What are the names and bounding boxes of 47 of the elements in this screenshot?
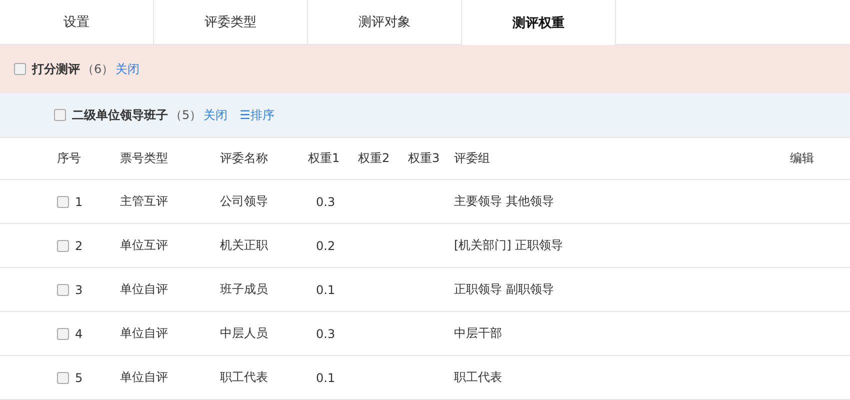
table-cell-text: 单位自评 [120, 325, 169, 342]
table-cell: 1 [75, 194, 83, 208]
checkbox[interactable] [54, 109, 66, 121]
row-checkbox[interactable] [57, 372, 69, 384]
row-checkbox[interactable] [57, 240, 69, 252]
table-cell-text: 单位自评 [120, 281, 169, 298]
table-cell-text: 机关正职 [220, 237, 269, 254]
table-cell-text: 单位自评 [120, 369, 169, 386]
table-cell-text: 职工代表 [454, 369, 503, 386]
column-header: 权重2 [358, 150, 391, 167]
table-cell-text: 中层人员 [220, 325, 269, 342]
table-cell: 2 [75, 238, 83, 252]
column-header: 评委名称 [220, 150, 269, 167]
table-cell-text: 公司领导 [220, 193, 269, 210]
table-cell-text: 0.3 [315, 194, 336, 208]
checkbox[interactable] [14, 63, 26, 75]
group-count: （6） [82, 60, 114, 78]
table-cell: 3 [75, 282, 83, 296]
table-cell-text: 单位互评 [120, 237, 169, 254]
table-cell-text: 0.3 [315, 326, 336, 340]
table-cell-text: 0.2 [315, 238, 336, 252]
column-header: 评委组 [454, 150, 491, 167]
close-link[interactable]: 关闭 [204, 106, 228, 124]
table-cell-text: 主要领导 其他领导 [454, 193, 555, 210]
row-checkbox[interactable] [57, 196, 69, 208]
table-cell: 5 [75, 370, 83, 384]
table-cell-text: 0.1 [315, 282, 336, 296]
table-cell-text: [机关部门] 正职领导 [454, 237, 564, 254]
column-header: 序号 [57, 150, 82, 167]
group-title: 打分测评 [32, 60, 80, 78]
table-cell-text: 主管互评 [120, 193, 169, 210]
table-cell: 4 [75, 326, 83, 340]
table-cell-text: 班子成员 [220, 281, 269, 298]
table-cell-text: 职工代表 [220, 369, 269, 386]
table-cell-text: 正职领导 副职领导 [454, 281, 555, 298]
subgroup-title: 二级单位领导班子 [72, 106, 168, 124]
table-cell-text: 0.1 [315, 370, 336, 384]
row-checkbox[interactable] [57, 284, 69, 296]
subgroup-count: （5） [170, 106, 202, 124]
column-header: 票号类型 [120, 150, 169, 167]
row-checkbox[interactable] [57, 328, 69, 340]
sort-link[interactable]: ☰排序 [240, 106, 274, 124]
tab[interactable]: 测评权重 [462, 0, 616, 45]
table-cell-text: 中层干部 [454, 325, 503, 342]
column-header: 编辑 [790, 150, 815, 167]
column-header: 权重1 [308, 150, 341, 167]
column-header: 权重3 [408, 150, 441, 167]
